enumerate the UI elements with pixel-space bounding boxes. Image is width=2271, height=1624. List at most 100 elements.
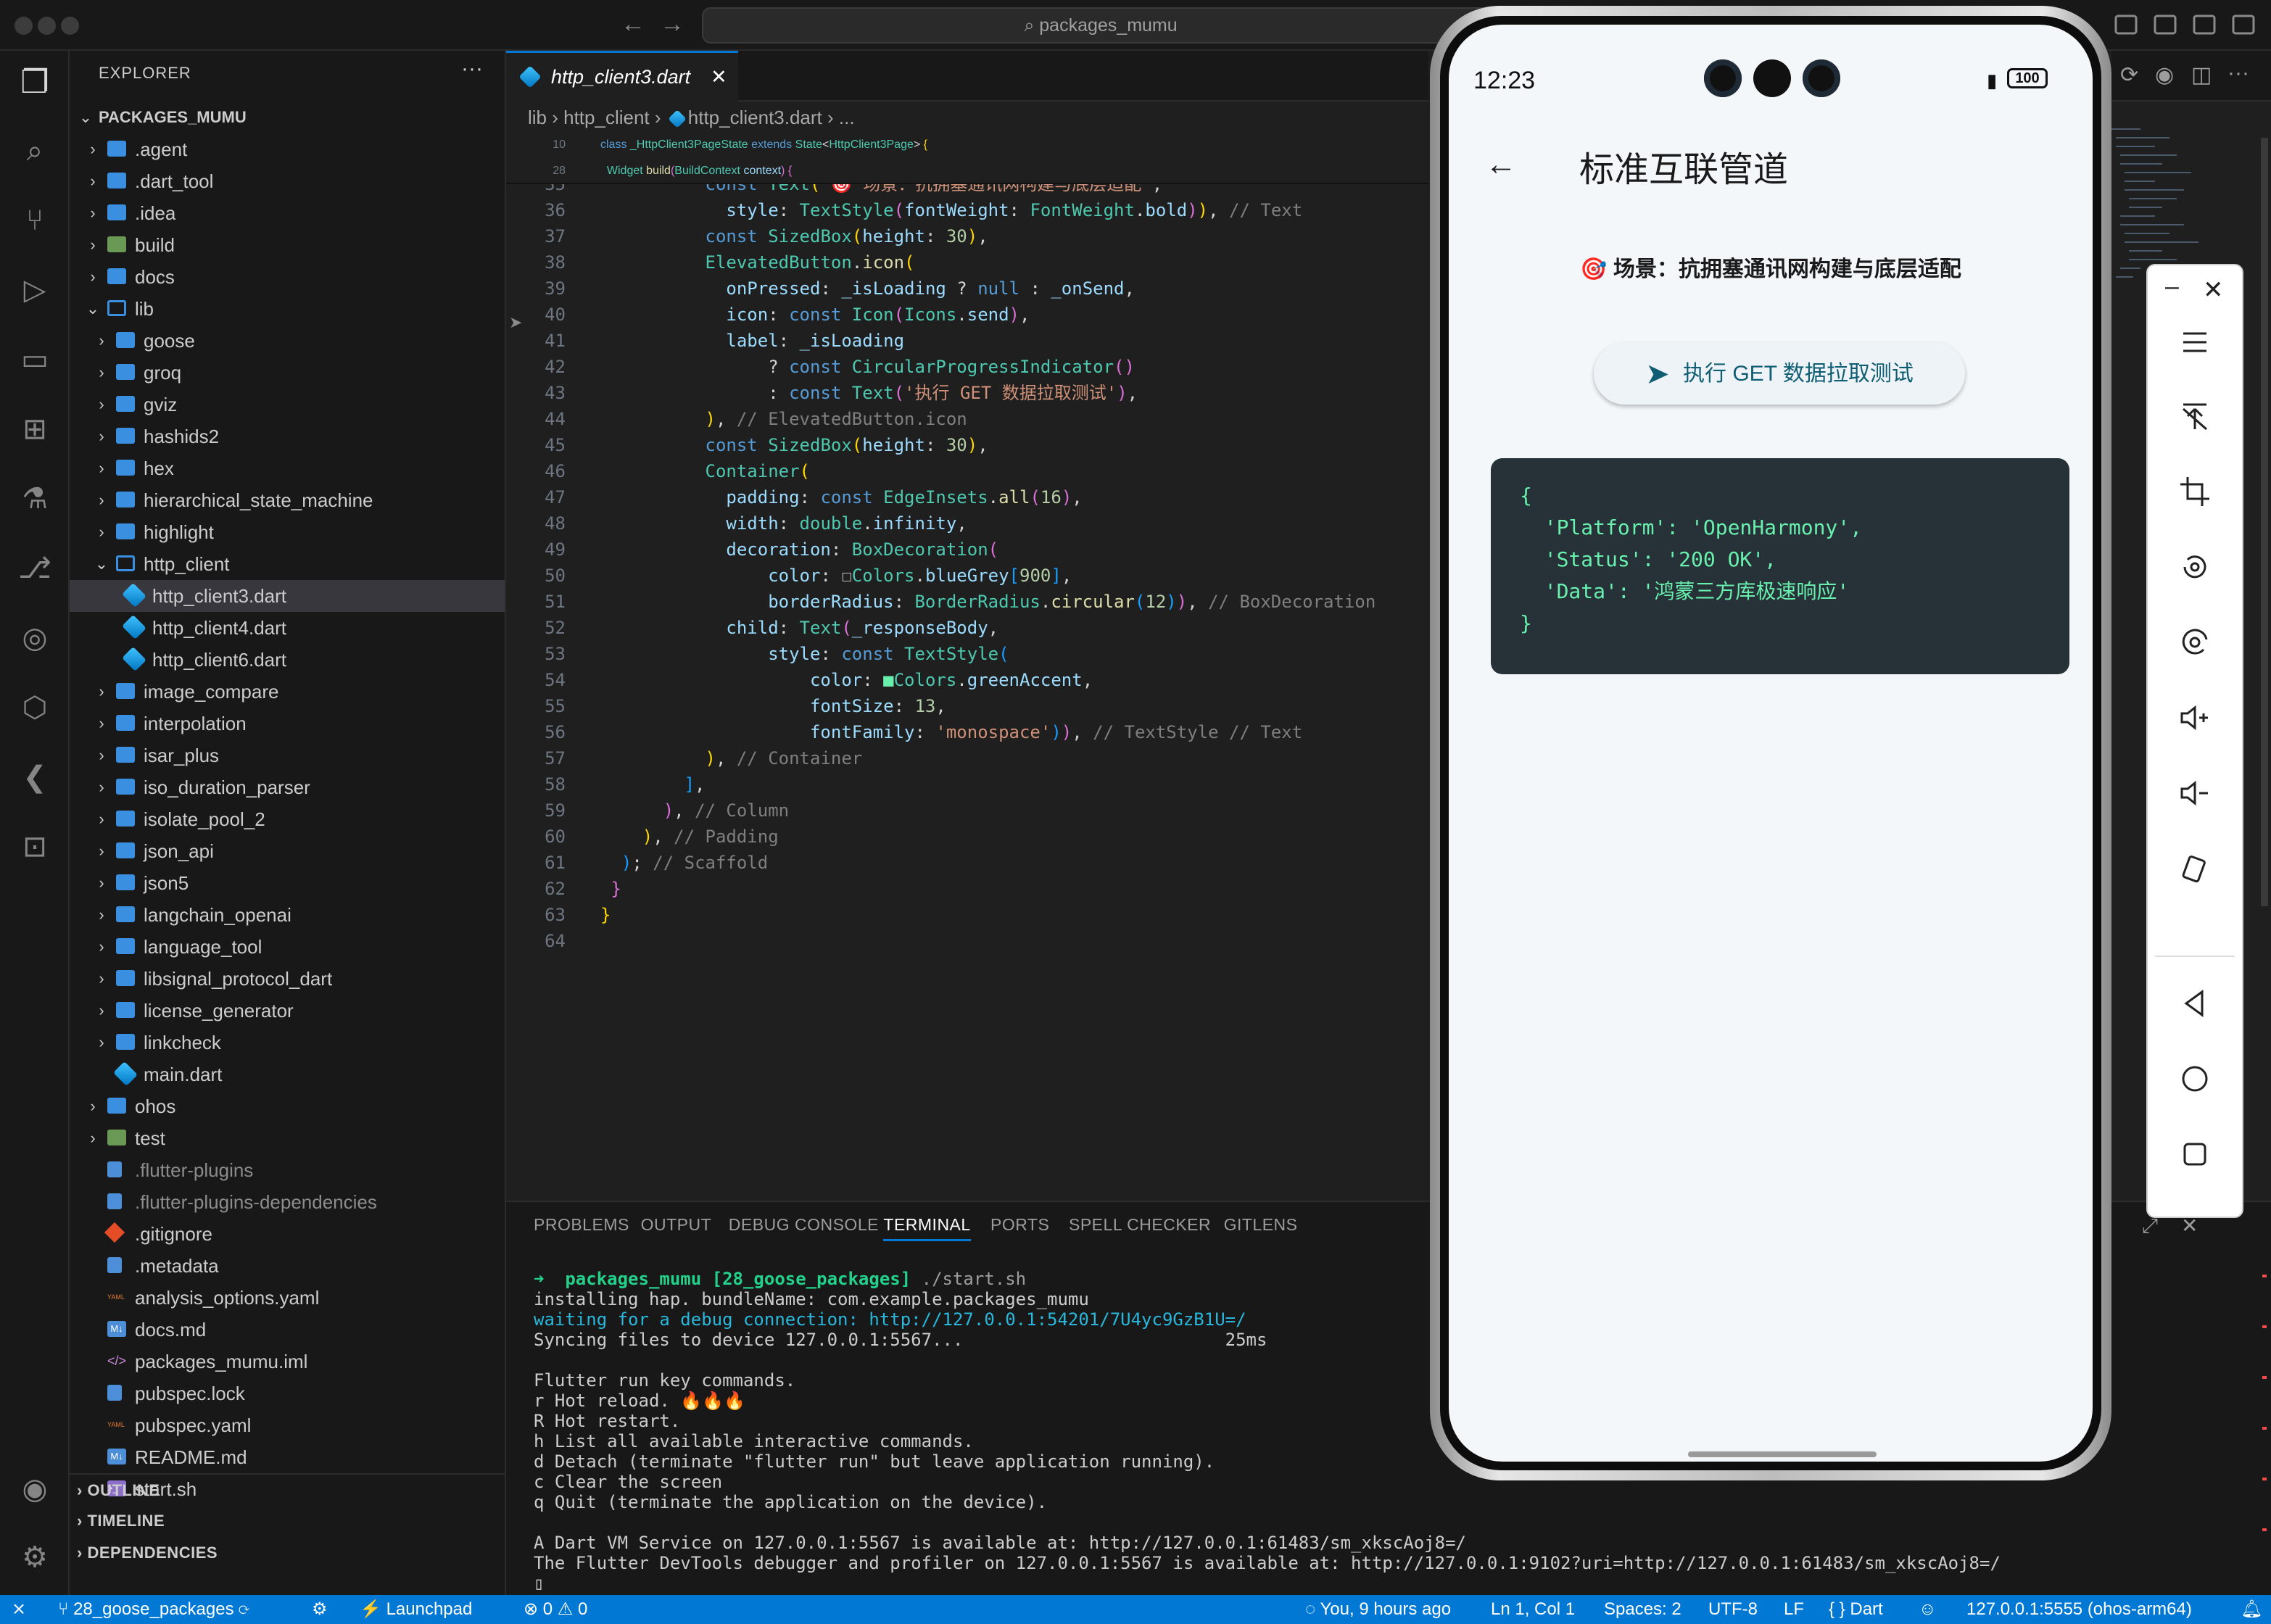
remote-icon[interactable]: ⨯ [12, 1595, 26, 1624]
code-line[interactable]: 42 ? const CircularProgressIndicator() [506, 354, 1428, 380]
extensions-icon[interactable]: ⊞ [17, 412, 52, 447]
close-tab-icon[interactable]: ✕ [711, 53, 727, 101]
tab-http-client3[interactable]: http_client3.dart ✕ [506, 51, 738, 102]
language-status[interactable]: { } Dart [1829, 1595, 1883, 1624]
workspace-root[interactable]: ⌄ PACKAGES_MUMU [70, 102, 505, 133]
run-debug-icon[interactable]: ▷ [17, 273, 52, 307]
tree-folder[interactable]: › isar_plus [70, 740, 505, 771]
flutter-icon[interactable]: ❮ [17, 760, 52, 795]
timeline-section[interactable]: › TIMELINE [70, 1505, 505, 1537]
compare-icon[interactable]: ⟳ [2120, 62, 2138, 88]
tree-file[interactable]: .flutter-plugins [70, 1154, 505, 1186]
nav-home-icon[interactable] [2172, 1056, 2218, 1102]
inspector-icon[interactable]: ⊡ [17, 829, 52, 864]
maximize-window-button[interactable] [61, 17, 79, 35]
tree-folder[interactable]: › gviz [70, 389, 505, 420]
code-line[interactable]: 53 style: const TextStyle( [506, 641, 1428, 667]
rotate-device-icon[interactable] [2172, 845, 2218, 892]
code-line[interactable]: 41 label: _isLoading [506, 328, 1428, 354]
code-line[interactable]: 46 Container( [506, 458, 1428, 484]
close-panel-icon[interactable]: ✕ [2181, 1214, 2198, 1237]
breadcrumb-symbol[interactable]: ... [839, 107, 855, 128]
tree-folder[interactable]: › json5 [70, 867, 505, 899]
tree-folder[interactable]: › json_api [70, 835, 505, 867]
problems-status[interactable]: ⊗ 0 ⚠ 0 [524, 1595, 587, 1624]
containers-icon[interactable]: ⬡ [17, 690, 52, 725]
tree-file[interactable]: M↓ docs.md [70, 1314, 505, 1346]
volume-up-icon[interactable] [2172, 695, 2218, 741]
device-status[interactable]: 127.0.0.1:5555 (ohos-arm64) [1966, 1595, 2192, 1624]
tree-file[interactable]: .metadata [70, 1250, 505, 1282]
tree-folder[interactable]: › license_generator [70, 995, 505, 1027]
breadcrumb-folder[interactable]: http_client [563, 107, 650, 128]
tree-file[interactable]: .flutter-plugins-dependencies [70, 1186, 505, 1218]
tree-folder[interactable]: › hex [70, 452, 505, 484]
tree-file[interactable]: YAML pubspec.yaml [70, 1409, 505, 1441]
tree-folder[interactable]: › hierarchical_state_machine [70, 484, 505, 516]
code-line[interactable]: 39 onPressed: _isLoading ? null : _onSen… [506, 276, 1428, 302]
code-line[interactable]: 43 : const Text('执行 GET 数据拉取测试'), [506, 380, 1428, 406]
forward-arrow-icon[interactable]: → [660, 10, 684, 38]
code-line[interactable]: 59 ), // Column [506, 798, 1428, 824]
tree-folder[interactable]: ⌄ http_client [70, 548, 505, 580]
tree-folder[interactable]: › goose [70, 325, 505, 357]
dependencies-section[interactable]: › DEPENDENCIES [70, 1537, 505, 1569]
home-indicator[interactable] [1688, 1451, 1877, 1457]
tree-folder[interactable]: › highlight [70, 516, 505, 548]
code-line[interactable]: 61 ); // Scaffold [506, 850, 1428, 876]
code-line[interactable]: 51 borderRadius: BorderRadius.circular(1… [506, 589, 1428, 615]
menu-icon[interactable] [2172, 319, 2218, 365]
pin-off-icon[interactable] [2172, 393, 2218, 439]
launchpad-status[interactable]: ⚡ Launchpad [360, 1595, 472, 1624]
code-line[interactable]: 60 ), // Padding [506, 824, 1428, 850]
blame-status[interactable]: ◌ You, 9 hours ago [1305, 1595, 1451, 1624]
tab-spell-checker[interactable]: SPELL CHECKER [1069, 1215, 1211, 1235]
tree-file[interactable]: http_client6.dart [70, 644, 505, 676]
encoding-status[interactable]: UTF-8 [1708, 1595, 1758, 1624]
code-line[interactable]: 28 Widget build(BuildContext context) { [506, 158, 1428, 184]
breadcrumb-lib[interactable]: lib [528, 107, 547, 128]
code-line[interactable]: 36 style: TextStyle(fontWeight: FontWeig… [506, 197, 1428, 223]
back-arrow-icon[interactable]: ← [1485, 146, 1517, 183]
indentation-status[interactable]: Spaces: 2 [1604, 1595, 1681, 1624]
code-line[interactable]: 54 color: ■Colors.greenAccent, [506, 667, 1428, 693]
cursor-position[interactable]: Ln 1, Col 1 [1491, 1595, 1575, 1624]
tree-folder[interactable]: › hashids2 [70, 420, 505, 452]
tree-folder[interactable]: › build [70, 229, 505, 261]
tree-folder[interactable]: › libsignal_protocol_dart [70, 963, 505, 995]
code-line[interactable]: 10 class _HttpClient3PageState extends St… [506, 132, 1428, 158]
close-window-button[interactable] [15, 17, 33, 35]
tree-folder[interactable]: › image_compare [70, 676, 505, 708]
tree-file[interactable]: YAML analysis_options.yaml [70, 1282, 505, 1314]
tab-ports[interactable]: PORTS [990, 1215, 1049, 1235]
minimize-window-button[interactable] [38, 17, 56, 35]
tree-folder[interactable]: ⌄ lib [70, 293, 505, 325]
split-editor-icon[interactable]: ◫ [2191, 62, 2212, 88]
nav-recents-icon[interactable] [2172, 1131, 2218, 1177]
tree-folder[interactable]: › iso_duration_parser [70, 771, 505, 803]
git-icon[interactable]: ◉ [2155, 62, 2174, 88]
screenshot-icon[interactable] [2172, 619, 2218, 666]
breadcrumb-file[interactable]: http_client3.dart [688, 107, 822, 128]
layout-icons[interactable] [2114, 13, 2259, 38]
tree-file[interactable]: main.dart [70, 1058, 505, 1090]
code-line[interactable]: 55 fontSize: 13, [506, 693, 1428, 719]
code-line[interactable]: 47 padding: const EdgeInsets.all(16), [506, 484, 1428, 510]
tree-file[interactable]: .gitignore [70, 1218, 505, 1250]
code-lines[interactable]: 35 const Text('🎯 场景：抗拥塞通讯网构建与底层适配', 36 st… [506, 171, 1428, 954]
more-actions-icon[interactable]: ··· [2227, 61, 2249, 86]
search-icon[interactable]: ⌕ [17, 133, 52, 168]
nav-back-icon[interactable] [2172, 980, 2218, 1027]
rotate-icon[interactable] [2172, 544, 2218, 590]
branch-status[interactable]: ⑂ 28_goose_packages ⟳ [58, 1595, 249, 1624]
outline-section[interactable]: › OUTLINE [70, 1473, 505, 1505]
testing-icon[interactable]: ⚗ [17, 481, 52, 516]
notifications-bell-icon[interactable]: 🔔︎ [2241, 1595, 2262, 1624]
code-line[interactable]: 37 const SizedBox(height: 30), [506, 223, 1428, 249]
code-line[interactable]: 49 decoration: BoxDecoration( [506, 536, 1428, 563]
code-line[interactable]: 62 } [506, 876, 1428, 902]
remote-explorer-icon[interactable]: ▭ [17, 342, 52, 377]
source-control-icon[interactable]: ⑂ [17, 203, 52, 238]
maximize-panel-icon[interactable]: ⤢ [2142, 1214, 2158, 1237]
tree-folder[interactable]: › docs [70, 261, 505, 293]
